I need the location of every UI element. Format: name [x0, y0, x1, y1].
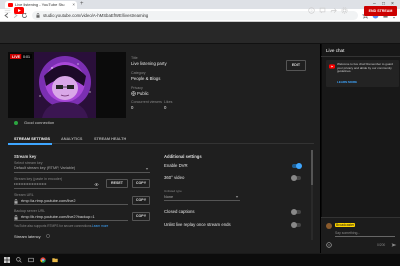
toggle-knob	[291, 209, 297, 215]
youtube-logo-icon	[329, 64, 335, 69]
youtube-logo-icon[interactable]	[14, 7, 24, 14]
help-icon[interactable]: ?	[308, 7, 315, 14]
video360-toggle[interactable]	[291, 175, 301, 181]
taskbar	[0, 253, 400, 266]
backup-url-value: rtmp://b.rtmp.youtube.com/live2?backup=1	[21, 214, 95, 219]
end-stream-button[interactable]: END STREAM	[364, 6, 397, 16]
category-value: People & Blogs	[131, 76, 161, 81]
emoji-icon[interactable]	[326, 242, 332, 248]
tab-stream-settings[interactable]: STREAM SETTINGS	[14, 137, 50, 141]
learn-more-link[interactable]: Learn more	[92, 224, 108, 228]
search-icon[interactable]	[16, 257, 22, 263]
close-tab-icon[interactable]: ×	[72, 2, 75, 7]
lock-icon	[36, 13, 40, 18]
copy-url-button[interactable]: COPY	[132, 196, 150, 205]
stream-url-field[interactable]: rtmp://a.rtmp.youtube.com/live2	[14, 197, 128, 205]
settings-scrollbar-thumb[interactable]	[311, 150, 313, 185]
url-text: studio.youtube.com/video/A-hMSbaEfWE/liv…	[43, 12, 149, 18]
stream-preview[interactable]	[8, 52, 126, 118]
windows-start-icon[interactable]	[4, 257, 10, 263]
captions-label: Closed captions	[164, 209, 195, 214]
unlist-replay-toggle[interactable]	[291, 222, 301, 228]
globe-icon	[131, 91, 136, 96]
live-chat-title: Live chat	[326, 48, 345, 53]
chat-message-input[interactable]: Say something...	[335, 230, 395, 237]
menu-icon[interactable]	[4, 7, 11, 14]
chat-learn-more-link[interactable]: LEARN MORE	[337, 80, 357, 84]
stream-time-badge: 0:01	[21, 54, 32, 59]
connection-status-text: Good connection	[24, 120, 55, 125]
help-icon[interactable]	[46, 234, 50, 238]
stream-key-field[interactable]: ••••••••••••••••••••	[14, 181, 98, 189]
svg-text:?: ?	[310, 9, 312, 13]
avatar	[326, 223, 332, 229]
settings-icon[interactable]	[341, 7, 348, 14]
send-icon[interactable]	[391, 242, 397, 248]
additional-settings-title: Additional settings	[164, 154, 202, 159]
unlisted-select[interactable]: Unlisted type None	[164, 189, 240, 201]
toggle-knob	[291, 175, 297, 181]
chat-input-area: Broadcaster Say something... 0/200	[321, 217, 400, 253]
captions-toggle[interactable]	[291, 209, 301, 215]
dvr-toggle[interactable]	[292, 163, 302, 169]
stream-url-value: rtmp://a.rtmp.youtube.com/live2	[21, 198, 76, 203]
toggle-knob	[291, 222, 297, 228]
stream-latency-label: Stream latency	[14, 234, 41, 239]
viewers-value: 0	[131, 105, 134, 110]
active-tab-indicator	[8, 143, 52, 145]
studio-header	[0, 22, 400, 44]
likes-value: 0	[164, 105, 167, 110]
lock-icon	[14, 214, 18, 220]
chat-welcome-message: Welcome to live chat! Remember to guard …	[326, 60, 399, 87]
copy-backup-url-button[interactable]: COPY	[132, 212, 150, 221]
chevron-down-icon	[235, 196, 239, 198]
unlisted-label: Unlisted type	[164, 189, 182, 193]
stream-preview-image	[8, 52, 126, 118]
stream-key-select[interactable]: Default stream key (RTMP, Variable)	[14, 165, 150, 173]
comment-icon[interactable]	[319, 7, 326, 14]
task-view-icon[interactable]	[28, 257, 34, 263]
title-label: Title	[131, 56, 138, 60]
studio-logo-text[interactable]: Studio	[26, 7, 45, 13]
viewers-label: Concurrent viewers	[131, 100, 162, 104]
video360-label: 360° video	[164, 175, 185, 180]
connection-status-icon	[14, 121, 18, 125]
chat-char-count: 0/200	[377, 243, 386, 247]
lock-icon	[14, 198, 18, 204]
unlist-replay-label: Unlist live replay once stream ends	[164, 222, 231, 227]
backup-url-field[interactable]: rtmp://b.rtmp.youtube.com/live2?backup=1	[14, 213, 128, 221]
edit-button[interactable]: EDIT	[286, 60, 306, 71]
folder-icon[interactable]	[52, 257, 58, 263]
privacy-value: Public	[137, 91, 149, 96]
unlisted-value: None	[164, 195, 174, 199]
tab-stream-health[interactable]: STREAM HEALTH	[94, 137, 126, 141]
reset-key-button[interactable]: RESET	[106, 179, 128, 188]
stream-key-select-value: Default stream key (RTMP, Variable)	[14, 166, 76, 170]
chat-welcome-text: Welcome to live chat! Remember to guard …	[337, 62, 393, 74]
copy-key-button[interactable]: COPY	[132, 179, 150, 188]
stream-key-value: ••••••••••••••••••••	[14, 182, 47, 186]
stream-tabs: STREAM SETTINGS ANALYTICS STREAM HEALTH	[8, 132, 314, 144]
new-tab-button[interactable]: +	[80, 1, 84, 8]
chevron-down-icon	[145, 168, 149, 170]
tab-analytics[interactable]: ANALYTICS	[61, 137, 82, 141]
browser-tab-bar: Live listening - YouTube Stu × + – □ ×	[0, 0, 400, 9]
toggle-knob	[296, 163, 302, 169]
stream-key-section-title: Stream key	[14, 154, 37, 159]
dvr-label: Enable DVR	[164, 163, 188, 168]
title-value: Live listening party	[131, 61, 167, 66]
show-key-eye-icon[interactable]	[94, 182, 99, 187]
chat-user-name: Broadcaster	[335, 223, 356, 227]
chrome-icon[interactable]	[40, 257, 46, 263]
privacy-label: Privacy	[131, 86, 143, 90]
rtmps-footnote: YouTube also supports RTMPS for secure c…	[14, 224, 93, 228]
likes-label: Likes	[164, 100, 173, 104]
browser-toolbar: studio.youtube.com/video/A-hMSbaEfWE/liv…	[0, 9, 400, 22]
share-icon[interactable]	[330, 7, 337, 14]
category-label: Category	[131, 71, 146, 75]
chat-input-placeholder: Say something...	[335, 231, 361, 235]
live-chat-header: Live chat	[321, 44, 400, 57]
